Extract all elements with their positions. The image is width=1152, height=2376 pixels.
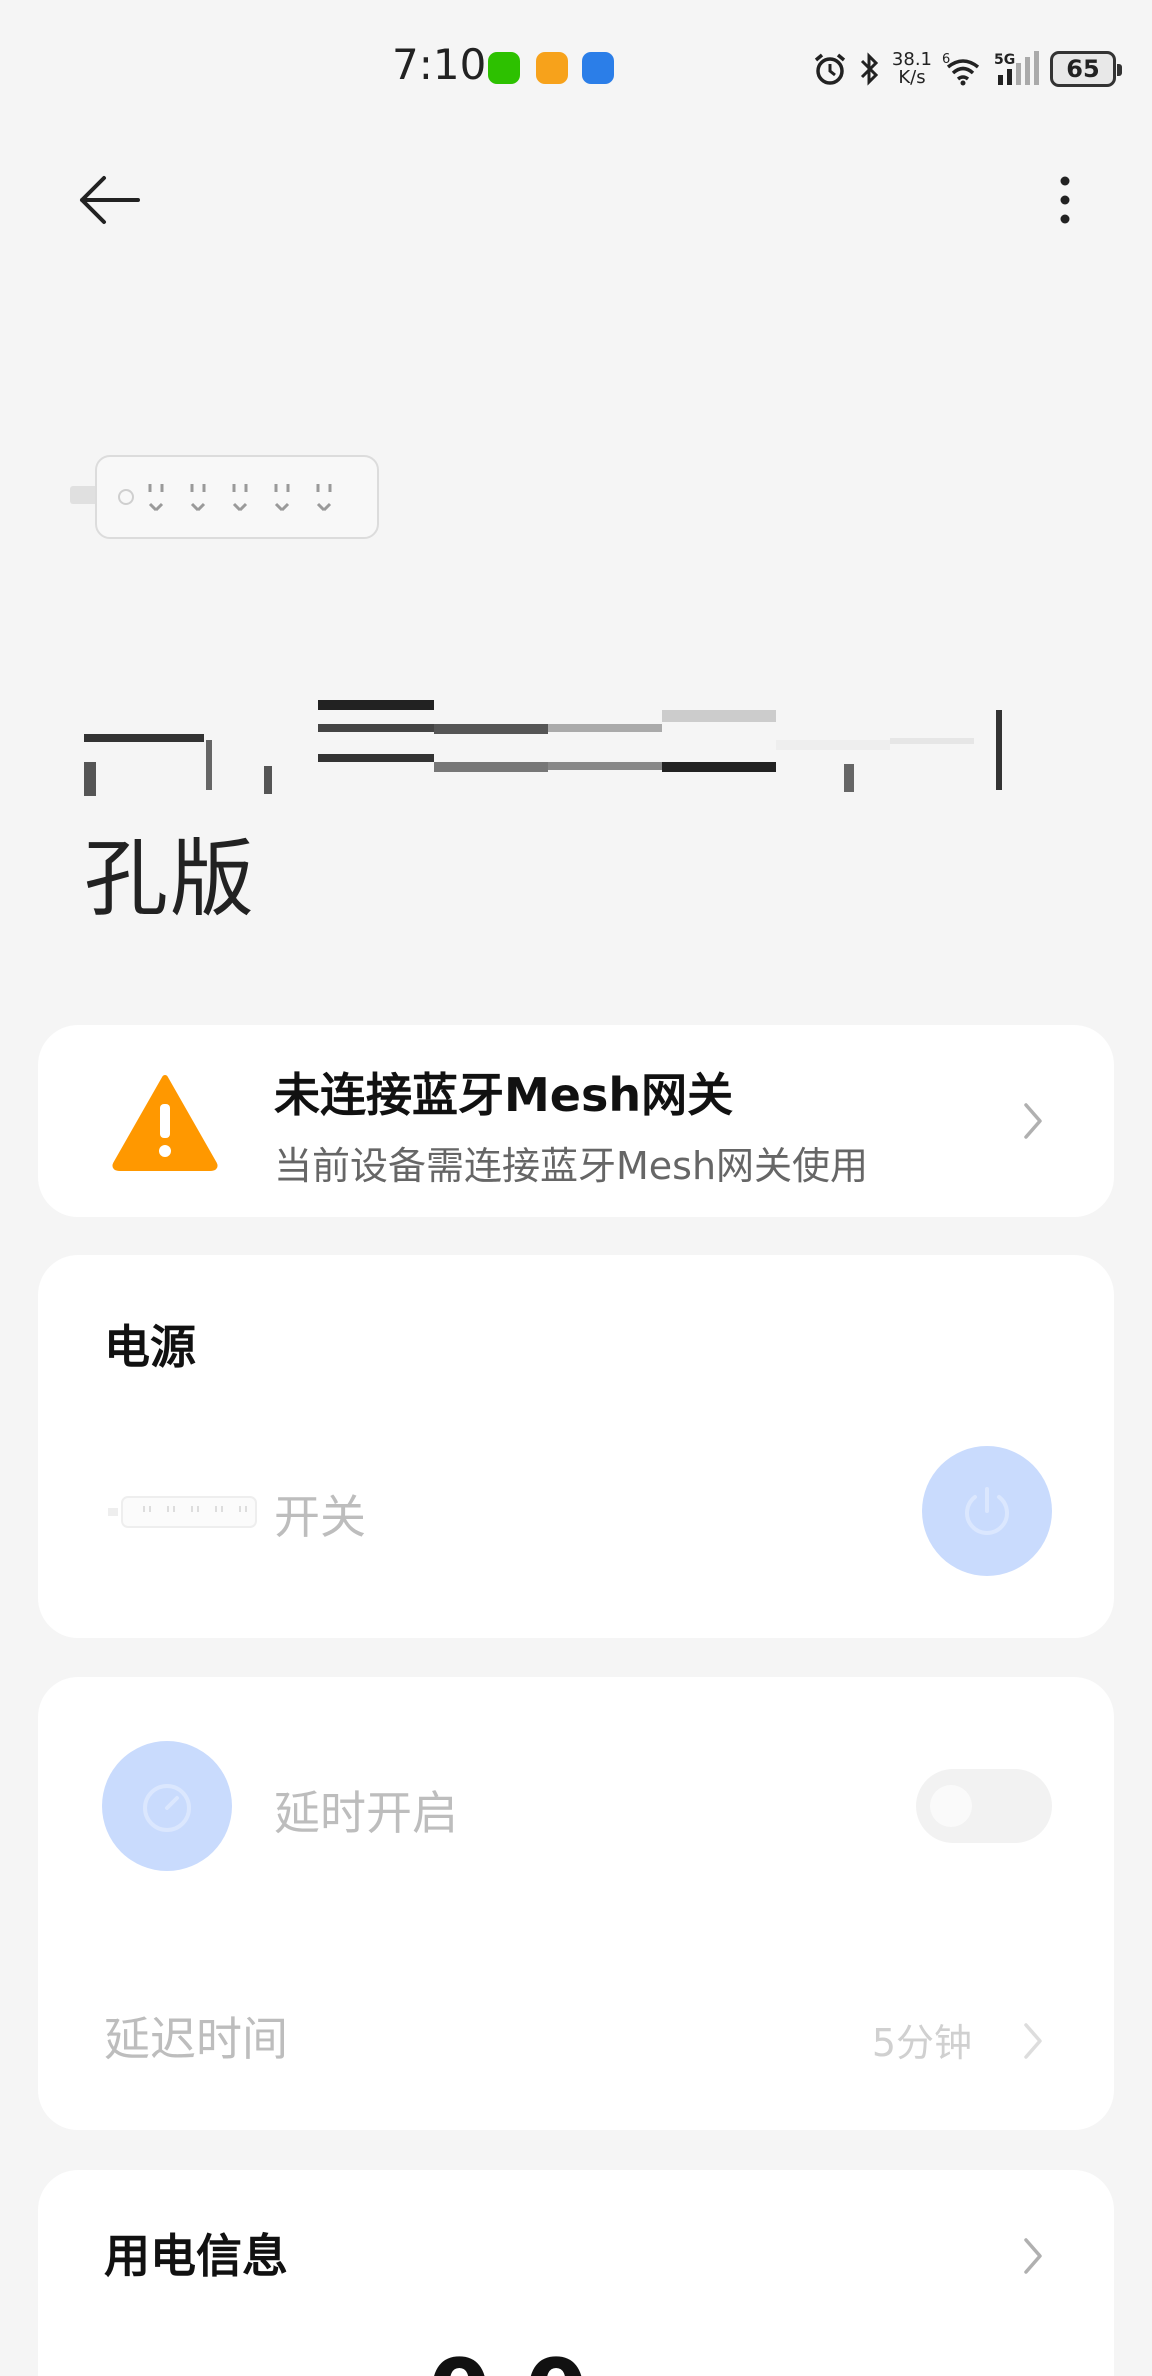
warning-icon: [112, 1075, 218, 1171]
power-icon: [965, 1487, 1009, 1535]
status-bar: 7:10 38.1 K/s 6 5G 65: [0, 0, 1152, 130]
timer-icon-circle: [102, 1741, 232, 1871]
status-time: 7:10: [392, 40, 487, 89]
battery-indicator: 65: [1050, 51, 1122, 87]
switch-label: 开关: [274, 1490, 366, 1544]
delay-on-toggle[interactable]: [916, 1769, 1052, 1843]
power-toggle-button[interactable]: [922, 1446, 1052, 1576]
cellular-signal-icon: 5G: [994, 51, 1039, 85]
usage-section-title: 用电信息: [104, 2229, 288, 2283]
mesh-gateway-alert-card[interactable]: 未连接蓝牙Mesh网关 当前设备需连接蓝牙Mesh网关使用: [38, 1025, 1114, 1217]
app-notification-icon-2: [582, 52, 614, 84]
power-section-title: 电源: [104, 1320, 196, 1374]
power-strip-thumbnail: [108, 1496, 257, 1528]
timer-icon: [143, 1784, 191, 1832]
power-strip-image: [70, 455, 379, 539]
power-usage-card[interactable]: 用电信息 0.0: [38, 2170, 1114, 2376]
network-speed-unit: K/s: [898, 67, 926, 88]
toggle-knob: [930, 1785, 972, 1827]
bluetooth-icon: [860, 52, 879, 86]
usage-value: 0.0: [428, 2340, 587, 2376]
network-type-label: 5G: [994, 52, 1015, 68]
delay-time-label[interactable]: 延迟时间: [104, 2003, 288, 2069]
alert-title: 未连接蓝牙Mesh网关: [274, 1068, 734, 1122]
delay-on-label: 延时开启: [274, 1786, 458, 1840]
wechat-notification-icon: [488, 52, 520, 84]
more-options-icon[interactable]: [1040, 165, 1090, 235]
alert-subtitle: 当前设备需连接蓝牙Mesh网关使用: [274, 1144, 869, 1188]
app-notification-icon: [536, 52, 568, 84]
status-icons: 38.1 K/s 6 5G 65: [812, 44, 1122, 94]
wifi-icon: 6: [942, 52, 980, 86]
delay-time-value[interactable]: 5分钟: [872, 2012, 972, 2067]
back-arrow-icon[interactable]: [70, 165, 150, 235]
delay-card: 延时开启 延迟时间 5分钟: [38, 1677, 1114, 2130]
device-name-visible: 孔版: [84, 830, 257, 928]
chevron-right-icon: [1024, 2023, 1042, 2059]
device-name-redacted: [84, 700, 1002, 796]
chevron-right-icon: [1024, 2238, 1042, 2274]
chevron-right-icon: [1024, 1103, 1042, 1139]
network-speed: 38.1 K/s: [892, 51, 932, 87]
alarm-icon: [814, 53, 846, 85]
power-card: 电源 开关: [38, 1255, 1114, 1638]
